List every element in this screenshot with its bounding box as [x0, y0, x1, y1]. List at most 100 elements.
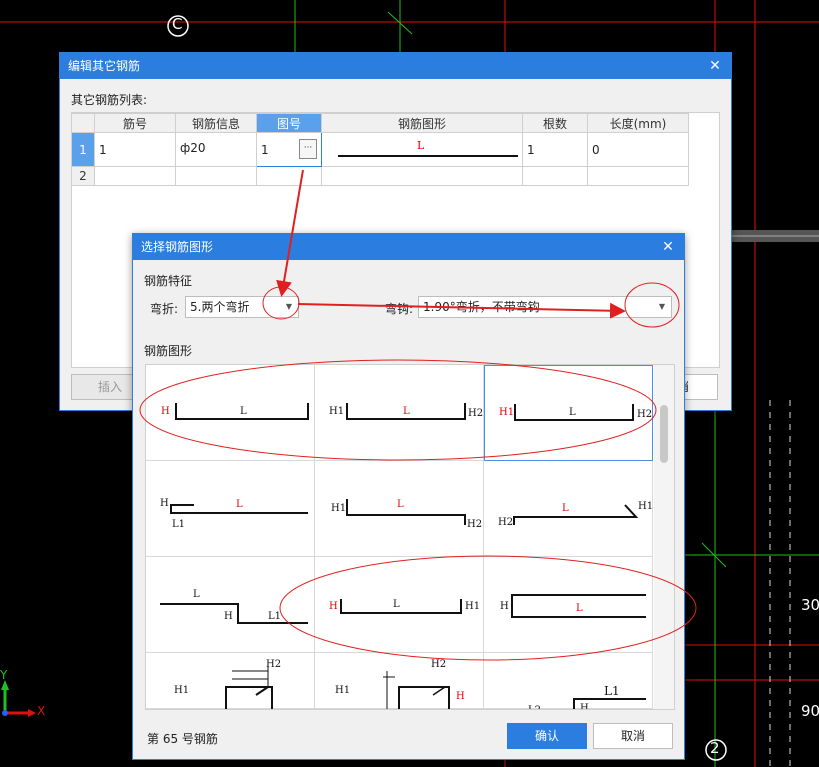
status-text: 第 65 号钢筋 [147, 732, 218, 746]
shape-label: H [160, 498, 169, 509]
shape-label: H2 [467, 519, 482, 530]
shape-option-2[interactable]: H1 L H2 [315, 365, 484, 461]
shape-label: H1 [331, 503, 346, 514]
shape-label: H [224, 611, 233, 622]
table-row[interactable]: 1 1 ф20 1 ··· L 1 0 [71, 132, 689, 167]
shape-label: H [456, 691, 465, 702]
shape-grid-scrollbar[interactable] [654, 365, 674, 709]
shape-label: H1 [499, 407, 514, 418]
row-number[interactable]: 1 [71, 132, 95, 167]
select-shape-close-icon[interactable]: ✕ [660, 234, 676, 260]
scrollbar-thumb[interactable] [660, 405, 668, 463]
cell-fig-no[interactable]: 1 ··· [256, 132, 322, 167]
bend-select[interactable]: 5.两个弯折 ▼ [185, 296, 299, 318]
cell-length[interactable]: 0 [587, 132, 689, 167]
shape-option-9[interactable]: H L [484, 557, 653, 653]
shape-label: L [240, 406, 247, 417]
bend-label: 弯折: [150, 302, 179, 316]
shape-label: L [403, 406, 410, 417]
ucs-x-label: X [37, 704, 46, 718]
cell-length[interactable] [587, 166, 689, 186]
shape-label: L [397, 499, 404, 510]
cell-shape[interactable] [321, 166, 523, 186]
cell-count[interactable] [522, 166, 588, 186]
shape-label: H [500, 601, 509, 612]
shape-option-1[interactable]: H L [146, 365, 315, 461]
cell-fig-no[interactable] [256, 166, 322, 186]
dimension-text-30: 30 [801, 596, 819, 614]
ucs-y-label: Y [0, 668, 8, 682]
row-number[interactable]: 2 [71, 166, 95, 186]
shape-label: H [580, 703, 589, 709]
bend-select-value: 5.两个弯折 [190, 300, 250, 314]
shape-label: H [329, 601, 338, 612]
chevron-down-icon: ▼ [285, 302, 292, 311]
edit-rebar-titlebar[interactable]: 编辑其它钢筋 [60, 53, 731, 79]
shape-option-12[interactable]: L1 L2 H [484, 653, 653, 709]
shape-label: L [562, 503, 569, 514]
fig-browse-button[interactable]: ··· [299, 139, 317, 159]
column-header-bar-no[interactable]: 筋号 [94, 113, 176, 133]
shape-label: L [576, 603, 583, 614]
hook-select[interactable]: 1.90°弯折，不带弯钩 ▼ [418, 296, 672, 318]
table-row[interactable]: 2 [71, 166, 689, 186]
cell-fig-no-value: 1 [261, 142, 269, 157]
shape-label: H2 [431, 659, 446, 670]
rebar-table: 筋号 钢筋信息 图号 钢筋图形 根数 长度(mm) 1 1 ф20 1 ··· … [71, 113, 689, 186]
cell-count[interactable]: 1 [522, 132, 588, 167]
shape-option-6[interactable]: L H1 H2 [484, 461, 653, 557]
cell-bar-info[interactable] [175, 166, 257, 186]
axis-label-2: 2 [710, 739, 720, 757]
select-shape-title: 选择钢筋图形 [141, 240, 214, 254]
column-header-fig-no[interactable]: 图号 [256, 113, 322, 133]
column-header-length[interactable]: 长度(mm) [587, 113, 689, 133]
shape-label: H1 [174, 685, 189, 696]
shape-label: H1 [329, 406, 344, 417]
shape-option-7[interactable]: L H L1 [146, 557, 315, 653]
shape-label: L2 [528, 705, 541, 709]
cell-bar-no[interactable]: 1 [94, 132, 176, 167]
shape-label: L [236, 499, 243, 510]
hook-select-value: 1.90°弯折，不带弯钩 [423, 300, 540, 314]
shape-grid: H L H1 L H2 H1 L H2 H L L1 H1 L H2 L H1 … [145, 364, 675, 710]
select-shape-titlebar[interactable]: 选择钢筋图形 [133, 234, 684, 260]
cancel-button[interactable]: 取消 [593, 723, 673, 749]
shape-label: L [393, 599, 400, 610]
shape-label: H1 [638, 501, 653, 512]
shape-label: H [161, 406, 170, 417]
shape-label: L1 [172, 519, 185, 530]
shape-label: H2 [637, 409, 652, 420]
shape-section-label: 钢筋图形 [144, 344, 193, 358]
shape-label: H2 [498, 517, 513, 528]
shape-label: H2 [266, 659, 281, 670]
shape-label: H1 [335, 685, 350, 696]
shape-option-5[interactable]: H1 L H2 [315, 461, 484, 557]
cell-shape-label: L [417, 139, 425, 152]
column-header-bar-info[interactable]: 钢筋信息 [175, 113, 257, 133]
table-corner [71, 113, 95, 133]
shape-label: L [569, 407, 576, 418]
rebar-list-label: 其它钢筋列表: [71, 93, 148, 107]
shape-label: H1 [465, 601, 480, 612]
shape-option-11[interactable]: H2 H1 H [315, 653, 484, 709]
cell-shape[interactable]: L [321, 132, 523, 167]
column-header-count[interactable]: 根数 [522, 113, 588, 133]
shape-option-4[interactable]: H L L1 [146, 461, 315, 557]
shape-option-8[interactable]: H L H1 [315, 557, 484, 653]
feature-label: 钢筋特征 [144, 274, 193, 288]
shape-option-3[interactable]: H1 L H2 [484, 365, 653, 461]
shape-option-10[interactable]: H2 H1 [146, 653, 315, 709]
edit-rebar-title: 编辑其它钢筋 [68, 59, 141, 73]
shape-label: L1 [268, 611, 281, 622]
dimension-text-90: 90 [801, 702, 819, 720]
cell-bar-info[interactable]: ф20 [175, 132, 257, 167]
axis-label-c: C [172, 15, 183, 33]
confirm-button[interactable]: 确认 [507, 723, 587, 749]
select-shape-dialog: 选择钢筋图形 ✕ 钢筋特征 弯折: 5.两个弯折 ▼ 弯钩: 1.90°弯折，不… [132, 233, 685, 760]
shape-label: L [193, 589, 200, 600]
shape-label: L1 [604, 684, 620, 698]
edit-rebar-close-icon[interactable]: ✕ [707, 53, 723, 79]
shape-label: H2 [468, 408, 483, 419]
cell-bar-no[interactable] [94, 166, 176, 186]
column-header-shape[interactable]: 钢筋图形 [321, 113, 523, 133]
